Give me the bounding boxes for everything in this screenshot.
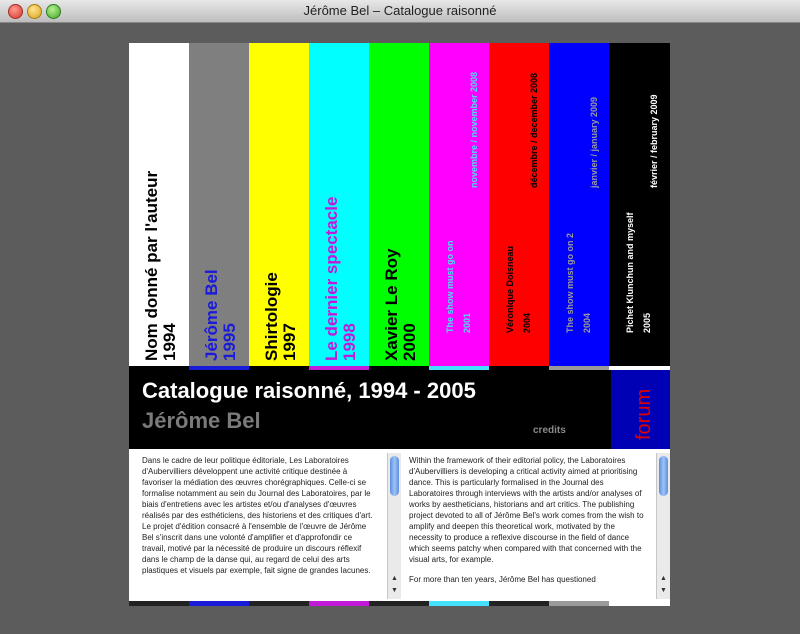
work-bar-0[interactable]: Nom donné par l'auteur 1994 xyxy=(129,43,189,370)
work-year: 1995 xyxy=(220,323,239,361)
work-title: Nom donné par l'auteur xyxy=(142,170,161,361)
footer-strip-segment xyxy=(489,601,549,606)
work-bar-5[interactable]: The show must go on 2001 novembre / novemb… xyxy=(429,43,489,370)
author-name[interactable]: Jérôme Bel xyxy=(142,408,261,434)
work-bar-4[interactable]: Xavier Le Roy 2000 xyxy=(369,43,429,370)
work-title-label: Pichet Klunchun and myself 2005 xyxy=(625,212,653,333)
work-title: Véronique Doisneau xyxy=(505,245,515,333)
work-year: 2005 xyxy=(642,312,652,333)
footer-strip-segment xyxy=(129,601,189,606)
work-year: 1997 xyxy=(280,323,299,361)
french-text-column: Dans le cadre de leur politique éditoria… xyxy=(142,455,377,585)
performance-date: février / february 2009 xyxy=(649,94,659,188)
work-title: Pichet Klunchun and myself xyxy=(625,212,635,333)
english-scrollbar[interactable]: ▲ ▼ xyxy=(656,453,670,599)
window-title: Jérôme Bel – Catalogue raisonné xyxy=(303,3,497,18)
scroll-down-arrow-icon[interactable]: ▼ xyxy=(391,587,398,594)
performance-date: novembre / november 2008 xyxy=(469,71,479,188)
color-footer-strip xyxy=(129,601,670,606)
french-scroll-thumb[interactable] xyxy=(390,456,399,496)
work-bar-6[interactable]: Véronique Doisneau 2004 décembre / decembe… xyxy=(489,43,549,370)
footer-strip-segment xyxy=(549,601,609,606)
work-year: 2000 xyxy=(400,323,419,361)
catalogue-page: Nom donné par l'auteur 1994 Jérôme Bel 1995… xyxy=(129,43,670,606)
work-bar-8[interactable]: Pichet Klunchun and myself 2005 février / … xyxy=(609,43,670,370)
footer-strip-segment xyxy=(369,601,429,606)
work-title-label: The show must go on 2001 xyxy=(445,241,473,334)
text-area: Dans le cadre de leur politique éditoria… xyxy=(129,449,670,606)
footer-strip-segment xyxy=(309,601,369,606)
work-bar-2[interactable]: Shirtologie 1997 xyxy=(249,43,309,370)
work-title-label: The show must go on 2 2004 xyxy=(565,233,593,333)
catalogue-title: Catalogue raisonné, 1994 - 2005 xyxy=(142,378,476,403)
scroll-down-arrow-icon[interactable]: ▼ xyxy=(660,587,667,594)
catalogue-header-band: Catalogue raisonné, 1994 - 2005 Jérôme B… xyxy=(129,370,670,449)
work-title-label: Jérôme Bel 1995 xyxy=(202,269,239,361)
work-bars: Nom donné par l'auteur 1994 Jérôme Bel 1995… xyxy=(129,43,670,370)
work-title: Xavier Le Roy xyxy=(382,248,401,361)
performance-date: décembre / december 2008 xyxy=(529,72,539,188)
work-year: 2001 xyxy=(462,312,472,333)
english-paragraph: For more than ten years, Jérôme Bel has … xyxy=(409,575,596,584)
scroll-up-arrow-icon[interactable]: ▲ xyxy=(660,575,667,582)
english-paragraph: Within the framework of their editorial … xyxy=(409,456,644,564)
footer-strip-segment xyxy=(429,601,489,606)
work-year: 2004 xyxy=(582,312,592,333)
work-title-label: Le dernier spectacle 1998 xyxy=(322,196,359,361)
work-year: 1998 xyxy=(340,323,359,361)
work-year: 2004 xyxy=(522,312,532,333)
french-paragraph: Dans le cadre de leur politique éditoria… xyxy=(142,456,373,575)
footer-strip-segment xyxy=(189,601,249,606)
work-bar-1[interactable]: Jérôme Bel 1995 xyxy=(189,43,249,370)
footer-strip-segment xyxy=(609,601,670,606)
work-title-label: Nom donné par l'auteur 1994 xyxy=(142,170,179,361)
work-title-label: Shirtologie 1997 xyxy=(262,272,299,361)
forum-button[interactable]: forum xyxy=(611,370,670,449)
english-text-column: Within the framework of their editorial … xyxy=(409,455,649,594)
work-title: Shirtologie xyxy=(262,272,281,361)
work-title: The show must go on xyxy=(445,240,455,334)
scroll-up-arrow-icon[interactable]: ▲ xyxy=(391,575,398,582)
english-scroll-thumb[interactable] xyxy=(659,456,668,496)
credits-link[interactable]: credits xyxy=(533,425,566,436)
footer-strip-segment xyxy=(249,601,309,606)
french-scrollbar[interactable]: ▲ ▼ xyxy=(387,453,401,599)
work-bar-3[interactable]: Le dernier spectacle 1998 xyxy=(309,43,369,370)
work-bar-7[interactable]: The show must go on 2 2004 janvier / janua… xyxy=(549,43,609,370)
forum-label: forum xyxy=(633,388,655,440)
window-titlebar: Jérôme Bel – Catalogue raisonné xyxy=(0,0,800,23)
work-title: Le dernier spectacle xyxy=(322,196,341,361)
work-title: The show must go on 2 xyxy=(565,232,575,333)
work-year: 1994 xyxy=(160,323,179,361)
work-title-label: Xavier Le Roy 2000 xyxy=(382,248,419,361)
work-title: Jérôme Bel xyxy=(202,269,221,361)
work-title-label: Véronique Doisneau 2004 xyxy=(505,246,533,333)
performance-date: janvier / january 2009 xyxy=(589,96,599,188)
